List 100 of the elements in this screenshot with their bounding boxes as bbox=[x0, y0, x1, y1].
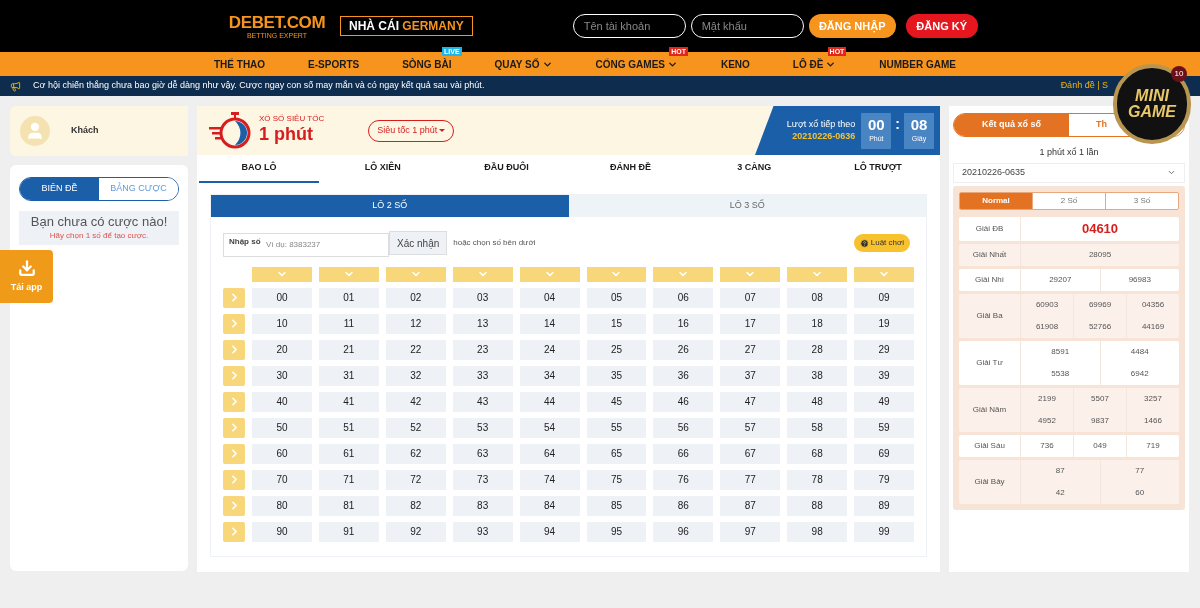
column-toggle[interactable] bbox=[385, 266, 446, 282]
nav-item[interactable]: KENO bbox=[720, 56, 750, 72]
number-cell[interactable]: 66 bbox=[653, 443, 714, 464]
number-cell[interactable]: 81 bbox=[318, 495, 379, 516]
number-cell[interactable]: 07 bbox=[720, 287, 781, 308]
number-cell[interactable]: 38 bbox=[787, 365, 848, 386]
number-cell[interactable]: 43 bbox=[452, 391, 513, 412]
row-toggle[interactable] bbox=[223, 339, 245, 360]
number-cell[interactable]: 26 bbox=[653, 339, 714, 360]
number-cell[interactable]: 09 bbox=[854, 287, 914, 308]
column-toggle[interactable] bbox=[318, 266, 379, 282]
number-cell[interactable]: 11 bbox=[318, 313, 379, 334]
game-tab[interactable]: BAO LÔ bbox=[199, 155, 319, 183]
row-toggle[interactable] bbox=[223, 365, 245, 386]
number-cell[interactable]: 03 bbox=[452, 287, 513, 308]
number-cell[interactable]: 22 bbox=[385, 339, 446, 360]
number-cell[interactable]: 80 bbox=[252, 495, 312, 516]
number-cell[interactable]: 28 bbox=[787, 339, 848, 360]
number-cell[interactable]: 83 bbox=[452, 495, 513, 516]
result-mode-tab[interactable]: 3 Số bbox=[1105, 192, 1178, 209]
number-cell[interactable]: 29 bbox=[854, 339, 914, 360]
number-cell[interactable]: 50 bbox=[252, 417, 312, 438]
logo[interactable]: DEBET.COM bbox=[228, 13, 326, 31]
number-cell[interactable]: 61 bbox=[318, 443, 379, 464]
number-cell[interactable]: 53 bbox=[452, 417, 513, 438]
number-cell[interactable]: 37 bbox=[720, 365, 781, 386]
password-field[interactable]: Mật khẩu bbox=[690, 14, 804, 38]
number-cell[interactable]: 01 bbox=[318, 287, 379, 308]
column-toggle[interactable] bbox=[787, 266, 848, 282]
number-cell[interactable]: 59 bbox=[854, 417, 914, 438]
column-toggle[interactable] bbox=[653, 266, 714, 282]
number-cell[interactable]: 00 bbox=[252, 287, 312, 308]
column-toggle[interactable] bbox=[252, 266, 312, 282]
number-cell[interactable]: 46 bbox=[653, 391, 714, 412]
row-toggle[interactable] bbox=[223, 391, 245, 412]
number-cell[interactable]: 35 bbox=[586, 365, 647, 386]
number-cell[interactable]: 60 bbox=[252, 443, 312, 464]
column-toggle[interactable] bbox=[720, 266, 781, 282]
number-cell[interactable]: 42 bbox=[385, 391, 446, 412]
number-cell[interactable]: 36 bbox=[653, 365, 714, 386]
number-cell[interactable]: 25 bbox=[586, 339, 647, 360]
nav-item[interactable]: CỔNG GAMES bbox=[595, 56, 678, 72]
nav-item[interactable]: NUMBER GAME bbox=[879, 56, 956, 72]
number-cell[interactable]: 93 bbox=[452, 521, 513, 542]
number-cell[interactable]: 91 bbox=[318, 521, 379, 542]
number-cell[interactable]: 20 bbox=[252, 339, 312, 360]
number-cell[interactable]: 69 bbox=[854, 443, 914, 464]
number-cell[interactable]: 06 bbox=[653, 287, 714, 308]
game-tab[interactable]: LÔ XIÊN bbox=[322, 155, 443, 183]
nav-item[interactable]: QUAY SỐ bbox=[494, 56, 553, 72]
number-cell[interactable]: 94 bbox=[519, 521, 580, 542]
game-tab[interactable]: LÔ TRƯỢT bbox=[818, 155, 938, 183]
column-toggle[interactable] bbox=[452, 266, 513, 282]
number-cell[interactable]: 40 bbox=[252, 391, 312, 412]
number-cell[interactable]: 08 bbox=[787, 287, 848, 308]
number-cell[interactable]: 23 bbox=[452, 339, 513, 360]
nav-item[interactable]: E-SPORTS bbox=[308, 56, 360, 72]
number-cell[interactable]: 49 bbox=[854, 391, 914, 412]
nav-item[interactable]: SÒNG BÀI bbox=[402, 56, 452, 72]
number-cell[interactable]: 24 bbox=[519, 339, 580, 360]
number-cell[interactable]: 47 bbox=[720, 391, 781, 412]
number-cell[interactable]: 21 bbox=[318, 339, 379, 360]
number-cell[interactable]: 34 bbox=[519, 365, 580, 386]
number-cell[interactable]: 78 bbox=[787, 469, 848, 490]
number-cell[interactable]: 79 bbox=[854, 469, 914, 490]
number-type-tab[interactable]: LÔ 3 SỐ bbox=[568, 195, 926, 217]
number-cell[interactable]: 86 bbox=[653, 495, 714, 516]
number-cell[interactable]: 75 bbox=[586, 469, 647, 490]
number-cell[interactable]: 51 bbox=[318, 417, 379, 438]
number-cell[interactable]: 62 bbox=[385, 443, 446, 464]
number-cell[interactable]: 12 bbox=[385, 313, 446, 334]
number-cell[interactable]: 96 bbox=[653, 521, 714, 542]
number-cell[interactable]: 04 bbox=[519, 287, 580, 308]
rules-button[interactable]: Luật chơi bbox=[853, 234, 910, 253]
confirm-button[interactable]: Xác nhận bbox=[389, 231, 448, 256]
number-cell[interactable]: 74 bbox=[519, 469, 580, 490]
number-cell[interactable]: 99 bbox=[854, 521, 914, 542]
number-cell[interactable]: 85 bbox=[586, 495, 647, 516]
row-toggle[interactable] bbox=[223, 469, 245, 490]
number-cell[interactable]: 73 bbox=[452, 469, 513, 490]
number-cell[interactable]: 16 bbox=[653, 313, 714, 334]
number-cell[interactable]: 77 bbox=[720, 469, 781, 490]
number-cell[interactable]: 55 bbox=[586, 417, 647, 438]
row-toggle[interactable] bbox=[223, 495, 245, 516]
number-cell[interactable]: 84 bbox=[519, 495, 580, 516]
nav-item[interactable]: LÔ ĐỀ bbox=[792, 56, 837, 72]
number-cell[interactable]: 27 bbox=[720, 339, 781, 360]
result-mode-tab[interactable]: 2 Số bbox=[1032, 192, 1105, 209]
number-cell[interactable]: 67 bbox=[720, 443, 781, 464]
number-cell[interactable]: 95 bbox=[586, 521, 647, 542]
row-toggle[interactable] bbox=[223, 443, 245, 464]
panel-tab[interactable]: BIÊN ĐỀ bbox=[20, 178, 99, 200]
number-cell[interactable]: 13 bbox=[452, 313, 513, 334]
number-cell[interactable]: 92 bbox=[385, 521, 446, 542]
number-cell[interactable]: 54 bbox=[519, 417, 580, 438]
number-cell[interactable]: 10 bbox=[252, 313, 312, 334]
number-cell[interactable]: 90 bbox=[252, 521, 312, 542]
register-button[interactable]: ĐĂNG KÝ bbox=[905, 14, 978, 38]
game-tab[interactable]: ĐẦU ĐUÔI bbox=[446, 155, 567, 183]
number-cell[interactable]: 14 bbox=[519, 313, 580, 334]
